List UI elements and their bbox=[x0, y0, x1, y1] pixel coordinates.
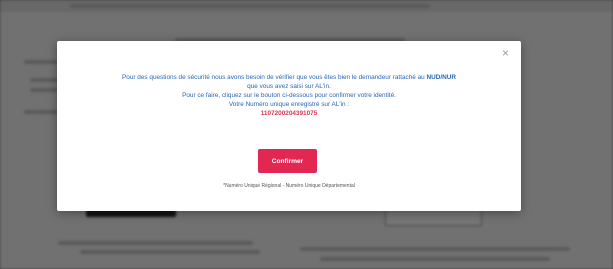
message-line-1-text: Pour des questions de sécurité nous avon… bbox=[122, 74, 427, 81]
nud-nur-label: NUD/NUR bbox=[426, 74, 456, 81]
message-line-3: Pour ce faire, cliquez sur le bouton ci-… bbox=[182, 92, 396, 99]
close-icon[interactable]: × bbox=[502, 46, 509, 60]
unique-number-value: 1107200204391075 bbox=[260, 110, 318, 117]
modal-message: Pour des questions de sécurité nous avon… bbox=[71, 73, 507, 118]
identity-confirmation-modal: × Pour des questions de sécurité nous av… bbox=[57, 41, 521, 211]
message-line-2: que vous avez saisi sur AL'in. bbox=[247, 83, 331, 90]
unique-number-label: Votre Numéro unique enregistré sur AL'in… bbox=[228, 101, 350, 108]
footnote: *Numéro Unique Régional - Numéro Unique … bbox=[223, 183, 355, 189]
confirm-button[interactable]: Confirmer bbox=[258, 149, 317, 173]
message-line-1: Pour des questions de sécurité nous avon… bbox=[71, 73, 507, 82]
